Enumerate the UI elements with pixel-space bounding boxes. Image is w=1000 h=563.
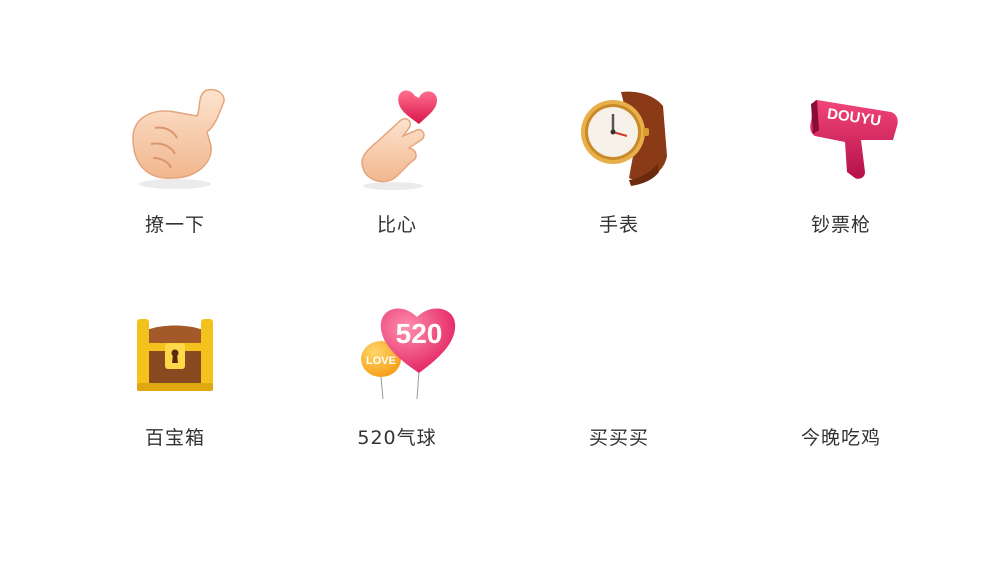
beckoning-hand-icon <box>132 88 225 189</box>
gift-label: 520气球 <box>357 427 437 449</box>
gift-item-finger-heart[interactable]: 比心 <box>317 86 477 256</box>
gift-label: 百宝箱 <box>144 427 205 449</box>
gift-label: 撩一下 <box>144 214 205 236</box>
balloon-520-icon: LOVE 520 <box>361 308 456 400</box>
gift-item-520-balloon[interactable]: LOVE 520 520气球 <box>317 299 477 469</box>
treasure-chest-icon <box>137 319 213 391</box>
gift-label: 今晚吃鸡 <box>800 427 881 449</box>
buy-buy-buy-icon-placeholder <box>559 299 679 409</box>
gift-item-buy-buy-buy[interactable]: 买买买 <box>539 299 699 469</box>
gift-item-watch[interactable]: 手表 <box>539 86 699 256</box>
finger-heart-icon <box>361 90 437 190</box>
gift-label: 手表 <box>598 214 639 236</box>
gift-item-beckon[interactable]: 撩一下 <box>95 86 255 256</box>
gift-label: 钞票枪 <box>810 214 871 236</box>
gift-label: 买买买 <box>588 427 649 449</box>
chicken-dinner-icon-placeholder <box>781 299 901 409</box>
gift-item-money-gun[interactable]: DOUYU 钞票枪 <box>761 86 921 256</box>
gift-label: 比心 <box>376 214 417 236</box>
gift-item-treasure-chest[interactable]: 百宝箱 <box>95 299 255 469</box>
wristwatch-icon <box>581 91 667 186</box>
gift-item-chicken-dinner[interactable]: 今晚吃鸡 <box>761 299 921 469</box>
balloon-520-text: 520 <box>396 318 443 349</box>
money-gun-icon: DOUYU <box>810 100 898 179</box>
small-balloon-text: LOVE <box>366 355 396 367</box>
